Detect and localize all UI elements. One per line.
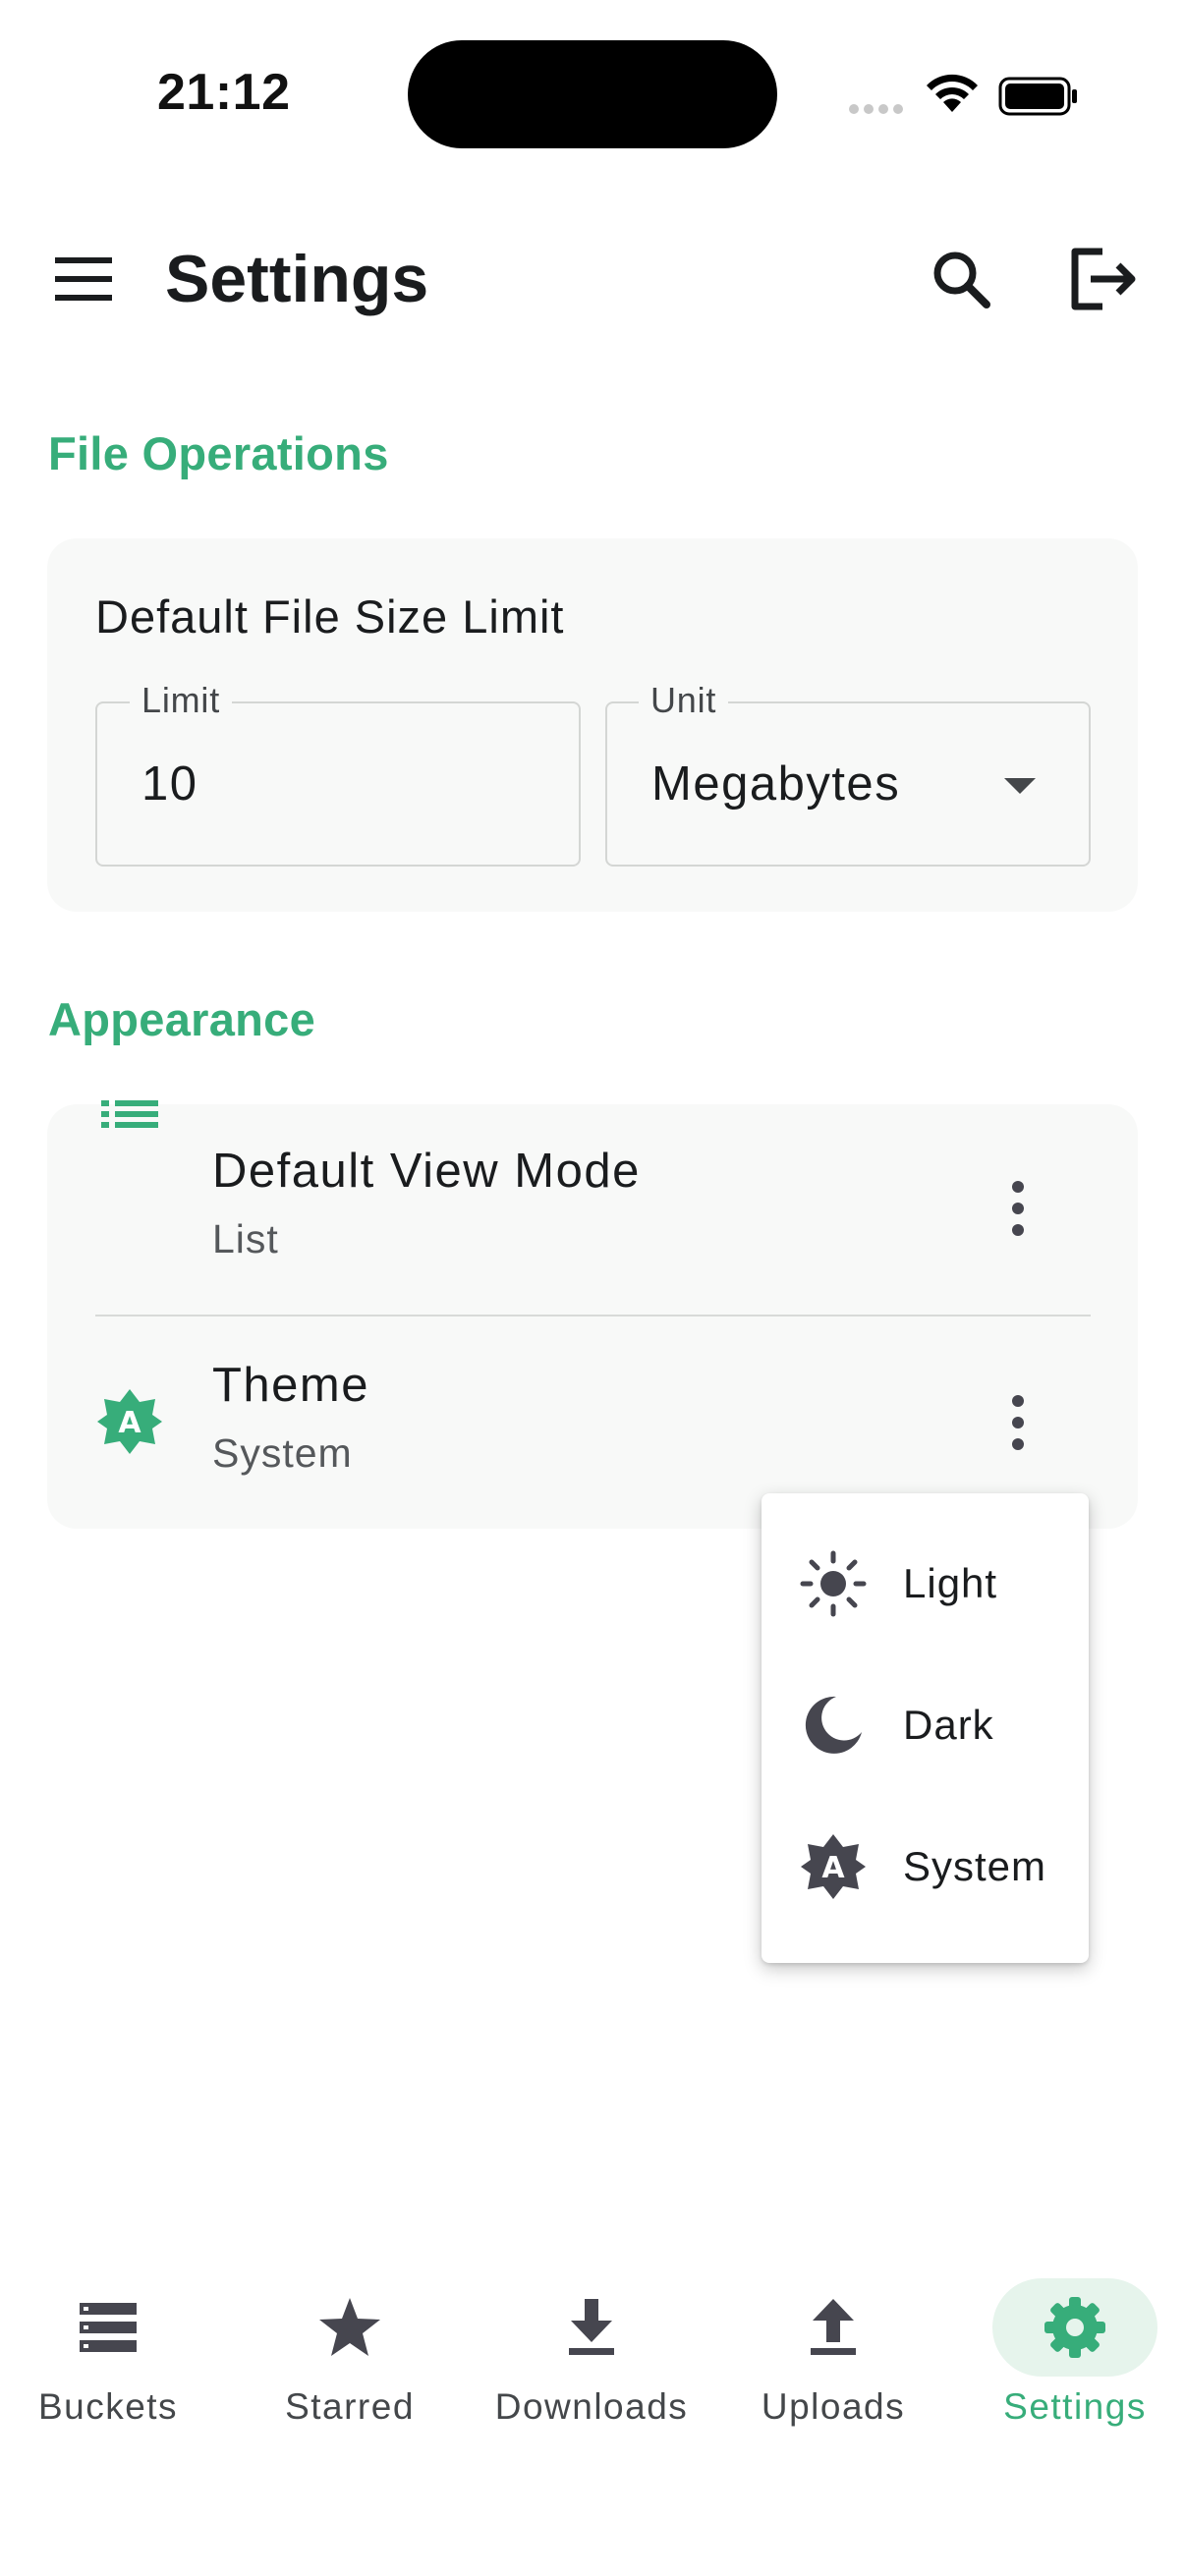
storage-icon (80, 2303, 137, 2352)
nav-item-settings[interactable]: Settings (967, 2265, 1183, 2461)
dynamic-island (408, 40, 777, 148)
theme-popup-menu: Light Dark A System (762, 1493, 1089, 1963)
nav-item-uploads[interactable]: Uploads (725, 2265, 941, 2461)
theme-title[interactable]: Theme (212, 1358, 369, 1413)
nav-label: Uploads (761, 2386, 906, 2427)
download-icon (569, 2299, 614, 2355)
wifi-icon (927, 74, 978, 112)
nav-label: Starred (285, 2386, 415, 2427)
nav-item-buckets[interactable]: Buckets (0, 2265, 216, 2461)
svg-text:A: A (821, 1851, 845, 1885)
limit-value[interactable]: 10 (141, 756, 198, 812)
logout-icon[interactable] (1059, 236, 1146, 322)
menu-item-label: System (903, 1843, 1047, 1889)
moon-icon (805, 1696, 862, 1754)
list-icon (101, 1100, 158, 1128)
cellular-signal-icon (849, 104, 903, 114)
upload-icon (811, 2299, 856, 2355)
more-vert-icon[interactable] (988, 1169, 1047, 1248)
menu-item-label: Light (903, 1560, 998, 1606)
nav-label: Settings (1003, 2386, 1147, 2427)
nav-indicator (992, 2278, 1157, 2377)
star-icon (319, 2298, 380, 2356)
view-mode-value: List (212, 1216, 279, 1261)
card-title: Default File Size Limit (95, 590, 565, 643)
battery-icon (998, 77, 1077, 116)
nav-indicator (267, 2278, 432, 2377)
nav-item-starred[interactable]: Starred (242, 2265, 458, 2461)
brightness-auto-icon: A (801, 1834, 866, 1899)
nav-item-downloads[interactable]: Downloads (483, 2265, 700, 2461)
nav-label: Buckets (37, 2386, 179, 2427)
menu-item-dark[interactable]: Dark (762, 1654, 1089, 1796)
svg-text:A: A (118, 1406, 141, 1440)
menu-icon[interactable] (47, 242, 122, 316)
dropdown-arrow-icon[interactable] (1002, 776, 1038, 796)
nav-indicator (26, 2278, 191, 2377)
divider (95, 1315, 1091, 1316)
view-mode-title[interactable]: Default View Mode (212, 1144, 641, 1199)
search-icon[interactable] (918, 236, 1004, 322)
menu-item-label: Dark (903, 1702, 994, 1748)
unit-value[interactable]: Megabytes (651, 756, 900, 812)
unit-label: Unit (639, 680, 729, 721)
nav-indicator (509, 2278, 674, 2377)
sun-icon (800, 1550, 867, 1617)
gear-icon (1044, 2297, 1105, 2358)
nav-indicator (751, 2278, 916, 2377)
more-vert-icon[interactable] (988, 1383, 1047, 1462)
nav-label: Downloads (494, 2386, 689, 2427)
status-time: 21:12 (157, 64, 291, 121)
menu-item-light[interactable]: Light (762, 1513, 1089, 1654)
section-header-file-operations: File Operations (48, 427, 389, 479)
limit-label: Limit (130, 680, 233, 721)
page-title: Settings (165, 242, 429, 316)
brightness-auto-icon: A (97, 1389, 162, 1454)
theme-value: System (212, 1430, 353, 1476)
menu-item-system[interactable]: A System (762, 1796, 1089, 1937)
section-header-appearance: Appearance (48, 993, 316, 1045)
